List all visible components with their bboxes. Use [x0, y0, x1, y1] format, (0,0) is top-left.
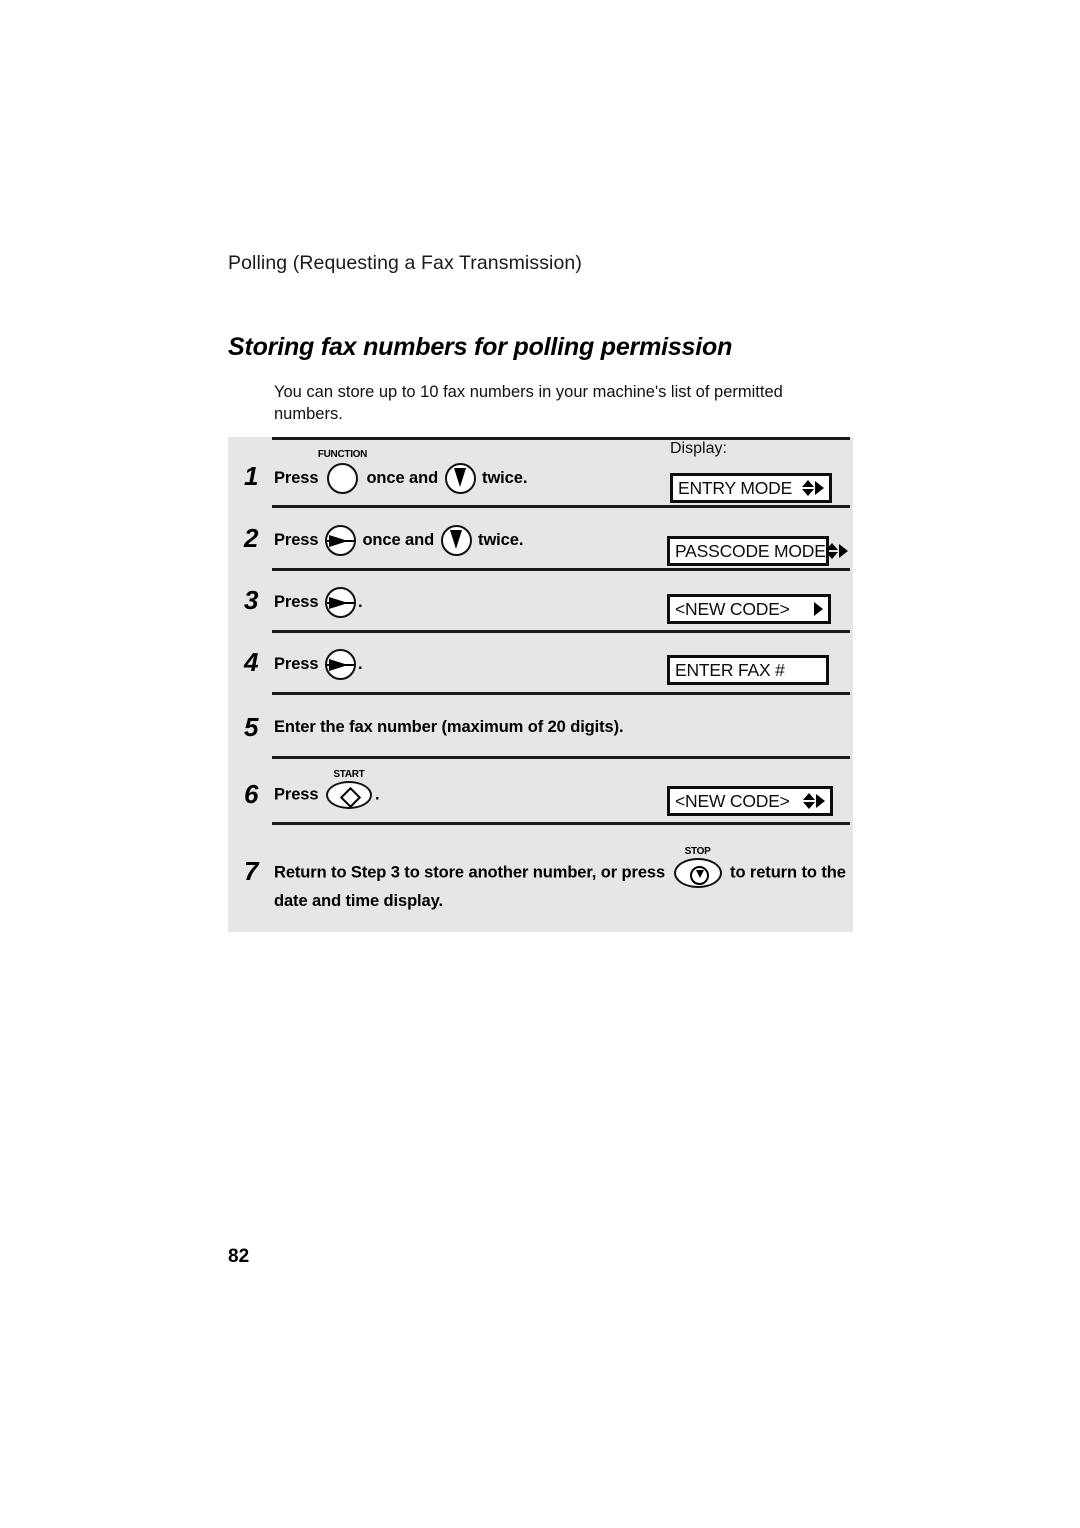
step-text-after: twice.: [482, 468, 528, 487]
lcd-text: <NEW CODE>: [675, 790, 790, 811]
step-number: 4: [244, 647, 259, 677]
function-key-label: FUNCTION: [317, 449, 368, 460]
up-down-arrows-icon: [803, 793, 815, 809]
down-arrow-key-icon[interactable]: [444, 463, 476, 494]
lcd-icons: [802, 480, 824, 496]
step-text: Enter the fax number (maximum of 20 digi…: [274, 718, 624, 736]
triangle-right-icon: [816, 794, 825, 808]
triangle-down-icon: [803, 801, 815, 809]
display-column-label: Display:: [670, 440, 727, 457]
step-text-middle: once and: [362, 530, 435, 549]
triangle-up-icon: [802, 480, 814, 488]
lcd-icons: [825, 543, 848, 559]
lcd-text: ENTER FAX #: [675, 659, 785, 680]
triangle-down-icon: [825, 551, 838, 559]
triangle-right-icon: [328, 596, 348, 609]
step-row: 5 Enter the fax number (maximum of 20 di…: [228, 692, 853, 756]
step-text-before: Return to Step 3 to store another number…: [274, 863, 666, 882]
lcd-text: PASSCODE MODE: [675, 540, 826, 561]
lcd-icons: [814, 602, 823, 616]
step-body: Enter the fax number (maximum of 20 digi…: [274, 714, 853, 741]
lcd-text: <NEW CODE>: [675, 598, 790, 619]
triangle-down-icon: [454, 468, 467, 487]
step-number: 6: [244, 779, 259, 809]
triangle-up-icon: [803, 793, 815, 801]
intro-paragraph: You can store up to 10 fax numbers in yo…: [274, 383, 783, 423]
step-number: 5: [244, 712, 259, 742]
step-text-middle: once and: [366, 468, 439, 487]
step-text-before: Press: [274, 785, 319, 804]
triangle-right-icon: [815, 481, 824, 495]
start-key-icon[interactable]: START: [325, 770, 372, 809]
triangle-down-icon: [695, 870, 704, 878]
step-number: 1: [244, 461, 259, 491]
lcd-display: <NEW CODE>: [667, 594, 831, 624]
lcd-display: <NEW CODE>: [667, 786, 833, 816]
step-body: Return to Step 3 to store another number…: [274, 847, 853, 915]
section-title: Storing fax numbers for polling permissi…: [228, 333, 733, 361]
step-text-after: .: [357, 654, 363, 673]
triangle-right-icon: [838, 544, 848, 558]
right-arrow-key-icon[interactable]: [324, 525, 356, 556]
function-key-icon[interactable]: FUNCTION: [318, 450, 367, 494]
running-header: Polling (Requesting a Fax Transmission): [228, 252, 582, 274]
step-text-after: .: [374, 785, 380, 804]
step-text-before: Press: [274, 592, 319, 611]
step-text-after: twice.: [478, 530, 524, 549]
lcd-icons: [803, 793, 825, 809]
lcd-text: ENTRY MODE: [678, 477, 793, 498]
triangle-right-icon: [328, 658, 348, 671]
lcd-display: ENTRY MODE: [670, 473, 832, 503]
step-text: Return to Step 3 to store another number…: [274, 847, 853, 915]
right-arrow-key-icon[interactable]: [324, 649, 356, 680]
triangle-down-icon: [450, 530, 463, 549]
stop-key-label: STOP: [684, 846, 711, 857]
triangle-right-icon: [814, 602, 823, 616]
step-text-after: .: [357, 592, 363, 611]
lcd-display: PASSCODE MODE: [667, 536, 848, 566]
step-text-before: Press: [274, 530, 319, 549]
triangle-up-icon: [825, 543, 838, 551]
step-number: 3: [244, 585, 259, 615]
step-number: 2: [244, 523, 259, 553]
triangle-right-icon: [328, 534, 348, 547]
step-text-before: Press: [274, 468, 319, 487]
diamond-icon: [340, 786, 362, 808]
stop-glyph-icon: [690, 865, 710, 885]
stop-key-icon[interactable]: STOP: [673, 847, 722, 888]
step-text-before: Press: [274, 654, 319, 673]
step-row: 7 Return to Step 3 to store another numb…: [228, 822, 853, 932]
up-down-arrows-icon: [802, 480, 814, 496]
step-number: 7: [244, 856, 259, 886]
up-down-arrows-icon: [825, 543, 838, 559]
lcd-display: ENTER FAX #: [667, 655, 829, 685]
right-arrow-key-icon[interactable]: [324, 587, 356, 618]
down-arrow-key-icon[interactable]: [440, 525, 472, 556]
triangle-down-icon: [802, 488, 814, 496]
page-number: 82: [228, 1246, 250, 1267]
start-key-label: START: [333, 769, 365, 780]
